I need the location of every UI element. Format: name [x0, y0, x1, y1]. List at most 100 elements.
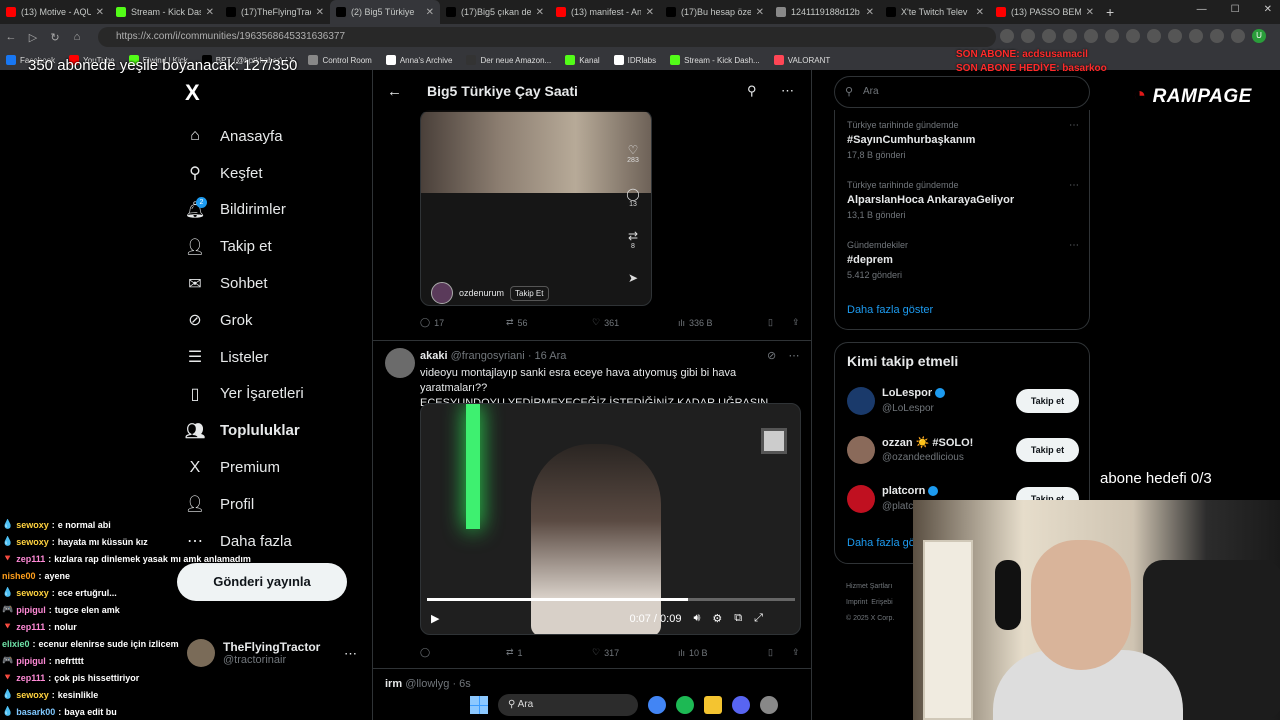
browser-tab[interactable]: X'te Twitch Telev ✕: [880, 0, 990, 24]
chat-username[interactable]: sewoxy: [16, 588, 49, 598]
browser-tab[interactable]: 1241119188d12b ✕: [770, 0, 880, 24]
sidebar-item-add-person[interactable]: 👤︎ Takip et: [185, 228, 304, 265]
share-icon[interactable]: ➤: [621, 271, 645, 285]
repost-button[interactable]: ⇄ 1: [506, 647, 592, 658]
settings-icon[interactable]: ⚙: [712, 612, 722, 625]
sidebar-item-grok[interactable]: ⊘ Grok: [185, 302, 304, 339]
extension-icon[interactable]: [1000, 29, 1014, 43]
browser-tab[interactable]: (17)TheFlyingTract ✕: [220, 0, 330, 24]
tab-close-icon[interactable]: ✕: [646, 7, 654, 18]
share-icon[interactable]: ⇪: [792, 647, 800, 658]
discord-icon[interactable]: [732, 696, 750, 714]
account-switcher[interactable]: TheFlyingTractor @tractorinair: [187, 639, 320, 667]
like-icon[interactable]: ♡ 283: [621, 143, 645, 164]
search-input[interactable]: ⚲ Ara: [834, 76, 1090, 108]
bookmark-icon[interactable]: ▯: [768, 647, 792, 658]
windows-start-icon[interactable]: [470, 696, 488, 714]
sidebar-item-bookmark[interactable]: ▯ Yer İşaretleri: [185, 376, 304, 413]
sidebar-item-list[interactable]: ☰ Listeler: [185, 339, 304, 376]
post-button[interactable]: Gönderi yayınla: [177, 563, 347, 601]
more-icon[interactable]: ⋯: [1069, 120, 1079, 131]
volume-icon[interactable]: 🔊︎: [693, 612, 700, 625]
trend-item[interactable]: Türkiye tarihinde gündemde #SayınCumhurba…: [847, 120, 1083, 160]
tweet[interactable]: irm @llowlyg · 6s: [385, 678, 471, 690]
new-tab-icon[interactable]: +: [1106, 4, 1114, 20]
follow-button[interactable]: Takip et: [1016, 389, 1079, 413]
media-username[interactable]: ozdenurum: [459, 288, 504, 298]
back-icon[interactable]: ←: [0, 31, 22, 43]
follow-button[interactable]: Takip et: [1016, 438, 1079, 462]
footer-link[interactable]: Hizmet Şartları: [846, 579, 894, 595]
url-field[interactable]: https://x.com/i/communities/196356864533…: [98, 27, 996, 47]
more-icon[interactable]: ⋯: [1069, 180, 1079, 191]
browser-tab[interactable]: (17)Big5 çıkan de ✕: [440, 0, 550, 24]
extension-icon[interactable]: [1189, 29, 1203, 43]
browser-tab[interactable]: (2) Big5 Türkiye ✕: [330, 0, 440, 24]
chat-username[interactable]: zep111: [16, 622, 45, 632]
search-icon[interactable]: ⚲: [747, 83, 757, 99]
browser-tab[interactable]: (13) PASSO BEM S ✕: [990, 0, 1100, 24]
minimize-icon[interactable]: —: [1197, 4, 1207, 15]
more-icon[interactable]: ⋯: [781, 83, 794, 99]
taskbar-search[interactable]: ⚲ Ara: [498, 694, 638, 716]
trend-item[interactable]: Gündemdekiler #deprem 5.412 gönderi ⋯: [847, 240, 1083, 280]
chat-username[interactable]: sewoxy: [16, 537, 49, 547]
sidebar-item-premium-x[interactable]: X Premium: [185, 449, 304, 486]
like-button[interactable]: ♡ 317: [592, 647, 678, 658]
x-logo[interactable]: X: [185, 80, 200, 106]
bookmark-item[interactable]: Anna's Archive: [385, 55, 452, 65]
suggestion-name[interactable]: LoLespor: [882, 387, 946, 399]
chat-username[interactable]: zep111: [16, 554, 45, 564]
bookmark-item[interactable]: Stream - Kick Dash...: [670, 55, 760, 65]
chat-username[interactable]: sewoxy: [16, 520, 49, 530]
tab-close-icon[interactable]: ✕: [536, 7, 544, 18]
avatar[interactable]: [847, 387, 875, 415]
trend-item[interactable]: Türkiye tarihinde gündemde AlparslanHoca …: [847, 180, 1083, 220]
reply-button[interactable]: ◯: [420, 647, 506, 658]
share-icon[interactable]: ⇪: [792, 317, 800, 328]
bookmark-item[interactable]: Der neue Amazon...: [466, 55, 551, 65]
spotify-icon[interactable]: [676, 696, 694, 714]
back-arrow-icon[interactable]: ←: [387, 83, 402, 100]
views-button[interactable]: ılı 10 B: [678, 648, 768, 658]
browser-tab[interactable]: (13) manifest - An ✕: [550, 0, 660, 24]
extension-icon[interactable]: [1042, 29, 1056, 43]
avatar[interactable]: [847, 485, 875, 513]
tab-close-icon[interactable]: ✕: [756, 7, 764, 18]
sidebar-item-communities[interactable]: 👥︎ Topluluklar: [185, 412, 304, 449]
chat-username[interactable]: basark00: [16, 707, 55, 717]
chat-username[interactable]: pipigul: [16, 605, 46, 615]
extension-icon[interactable]: [1231, 29, 1245, 43]
tweet-date[interactable]: 16 Ara: [535, 350, 567, 362]
sidebar-item-mail[interactable]: ✉ Sohbet: [185, 265, 304, 302]
extension-icon[interactable]: [1084, 29, 1098, 43]
tab-close-icon[interactable]: ✕: [206, 7, 214, 18]
home-browser-icon[interactable]: ⌂: [66, 31, 88, 43]
play-icon[interactable]: ▶: [431, 612, 439, 625]
tab-close-icon[interactable]: ✕: [866, 7, 874, 18]
forward-icon[interactable]: ▷: [22, 31, 44, 44]
extension-icon[interactable]: [1168, 29, 1182, 43]
settings-icon[interactable]: [760, 696, 778, 714]
maximize-icon[interactable]: ☐: [1231, 4, 1240, 15]
chat-username[interactable]: zep111: [16, 673, 45, 683]
media-follow-button[interactable]: Takip Et: [510, 285, 549, 301]
tab-close-icon[interactable]: ✕: [96, 7, 104, 18]
avatar[interactable]: [385, 348, 415, 378]
author-name[interactable]: akaki: [420, 350, 448, 362]
bookmark-icon[interactable]: ▯: [768, 317, 792, 328]
extension-icon[interactable]: [1126, 29, 1140, 43]
sidebar-item-home[interactable]: ⌂ Anasayfa: [185, 118, 304, 155]
author-handle[interactable]: @frangosyriani: [451, 350, 525, 362]
author-name[interactable]: irm: [385, 678, 402, 690]
bookmark-item[interactable]: Control Room: [308, 55, 372, 65]
extension-icon[interactable]: [1063, 29, 1077, 43]
chrome-icon[interactable]: [648, 696, 666, 714]
suggestion-name[interactable]: ozzan ☀️ #SOLO!: [882, 436, 973, 449]
avatar[interactable]: [431, 282, 453, 304]
reply-button[interactable]: ◯ 17: [420, 317, 506, 328]
tab-close-icon[interactable]: ✕: [316, 7, 324, 18]
fullscreen-icon[interactable]: ⤢: [754, 612, 763, 625]
account-more-icon[interactable]: ⋯: [344, 646, 357, 662]
more-icon[interactable]: ⋯: [788, 350, 799, 362]
